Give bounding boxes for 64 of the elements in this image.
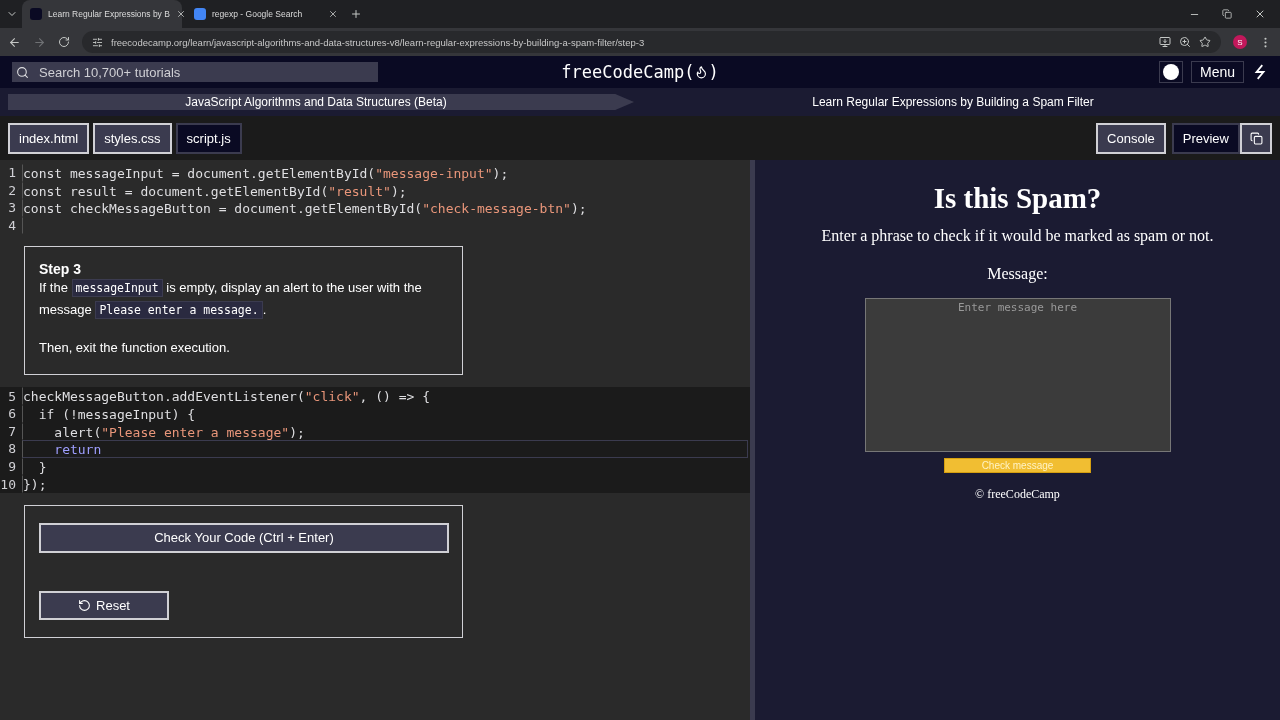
browser-tab[interactable]: regexp - Google Search	[186, 0, 346, 28]
favicon-icon	[194, 8, 206, 20]
menu-button[interactable]: Menu	[1190, 61, 1244, 83]
line-number: 10	[0, 476, 17, 492]
line-number: 6	[7, 406, 17, 422]
line-number: 3	[7, 200, 17, 216]
footer-text: © freeCodeCamp	[975, 487, 1060, 502]
preview-title: Is this Spam?	[933, 182, 1102, 215]
close-icon[interactable]	[1254, 8, 1266, 20]
message-input[interactable]: Enter message here	[864, 298, 1171, 452]
zoom-icon[interactable]	[1179, 36, 1191, 48]
theme-toggle[interactable]	[1158, 61, 1183, 83]
line-number: 4	[7, 218, 17, 234]
close-icon[interactable]	[175, 9, 186, 19]
search-icon	[16, 65, 29, 79]
close-icon[interactable]	[328, 9, 338, 19]
star-icon[interactable]	[1199, 36, 1211, 48]
preview-description: Enter a phrase to check if it would be marked as spam or not.	[821, 227, 1214, 245]
popout-button[interactable]	[1240, 122, 1272, 154]
line-number: 5	[7, 388, 17, 404]
reset-icon	[78, 598, 91, 612]
bolt-icon[interactable]	[1252, 64, 1268, 80]
windows-icon	[1249, 131, 1263, 145]
file-tab[interactable]: script.js	[175, 122, 242, 154]
message-label: Message:	[987, 265, 1048, 283]
code-line: const checkMessageButton = document.getElementById("check-message-btn");	[22, 199, 748, 217]
code-line: alert("Please enter a message");	[22, 422, 748, 441]
reset-button[interactable]: Reset	[39, 590, 169, 620]
reload-icon[interactable]	[58, 36, 70, 48]
file-tab[interactable]: index.html	[8, 122, 90, 154]
check-code-button[interactable]: Check Your Code (Ctrl + Enter)	[39, 522, 449, 553]
install-icon[interactable]	[1159, 36, 1171, 48]
back-icon[interactable]	[8, 35, 21, 49]
flame-icon	[694, 65, 709, 79]
panel-toggle[interactable]: Preview	[1171, 122, 1240, 154]
line-number: 2	[7, 182, 17, 198]
plus-icon[interactable]	[350, 8, 362, 20]
code-line: checkMessageButton.addEventListener("click", () => {	[22, 387, 748, 405]
address-bar[interactable]: freecodecamp.org/learn/javascript-algorithms-and-data-structures-v8/learn-regular-expressions-by-building-a-spam-filter/step-3	[82, 31, 1221, 53]
logo-text: freeCodeCamp(	[561, 62, 695, 82]
browser-tab[interactable]: Learn Regular Expressions by B	[22, 0, 182, 28]
file-tab[interactable]: styles.css	[93, 122, 172, 154]
code-line: const messageInput = document.getElementById("message-input");	[22, 164, 748, 182]
logo-text: )	[708, 62, 719, 82]
panel-toggle[interactable]: Console	[1096, 122, 1166, 154]
instruction-text: If the messageInput is empty, display an alert to the user with the message Please enter a message. .	[39, 278, 423, 322]
breadcrumb-link[interactable]: JavaScript Algorithms and Data Structures (Beta)	[8, 94, 634, 110]
profile-avatar[interactable]: S	[1233, 35, 1247, 49]
line-number: 1	[7, 165, 17, 181]
code-line: const result = document.getElementById("result");	[22, 181, 748, 200]
sliders-icon[interactable]	[92, 36, 103, 48]
breadcrumb-link[interactable]: Learn Regular Expressions by Building a Spam Filter	[634, 95, 1272, 109]
line-number: 7	[7, 423, 17, 439]
code-line: }	[22, 457, 748, 476]
instruction-text: Then, exit the function execution.	[39, 339, 231, 358]
forward-icon[interactable]	[33, 35, 46, 49]
search-field[interactable]: Search 10,700+ tutorials	[12, 62, 378, 82]
line-number: 9	[7, 459, 17, 475]
restore-icon[interactable]	[1222, 8, 1232, 20]
favicon-icon	[30, 8, 42, 20]
step-title: Step 3	[39, 261, 82, 278]
code-line: if (!messageInput) {	[22, 404, 748, 423]
code-line: });	[22, 475, 748, 493]
line-number: 8	[7, 441, 17, 457]
